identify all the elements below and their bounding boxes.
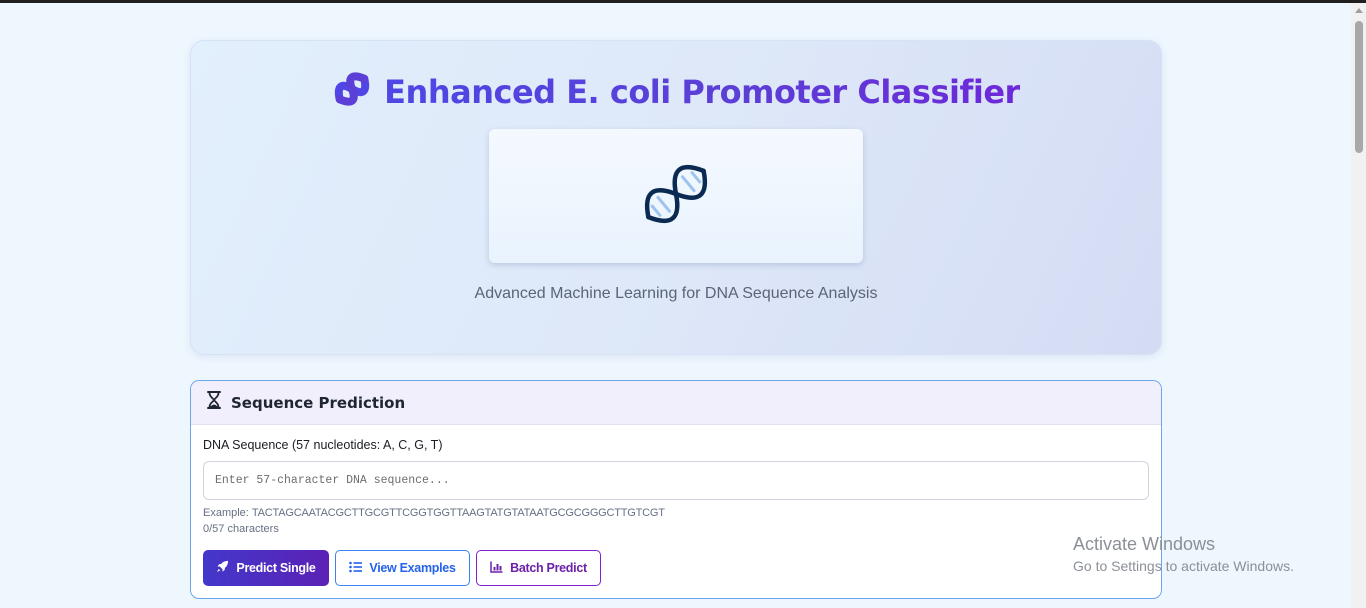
view-examples-button[interactable]: View Examples: [335, 550, 470, 586]
dna-icon: [332, 69, 372, 114]
page-title: Enhanced E. coli Promoter Classifier: [191, 69, 1161, 114]
watermark-line-1: Activate Windows: [1073, 534, 1216, 554]
batch-predict-label: Batch Predict: [510, 561, 587, 575]
scroll-up-arrow-icon[interactable]: [1355, 8, 1363, 13]
dna-sequence-input[interactable]: [203, 461, 1149, 500]
character-counter: 0/57 characters: [203, 523, 279, 535]
list-icon: [349, 561, 363, 576]
hero-banner: Enhanced E. coli Promoter Classifier Adv…: [190, 40, 1162, 355]
predict-single-label: Predict Single: [236, 561, 316, 575]
dna-sequence-label: DNA Sequence (57 nucleotides: A, C, G, T…: [203, 438, 443, 452]
hourglass-icon: [206, 391, 222, 414]
dna-double-helix-icon: [636, 154, 716, 239]
browser-top-edge: [0, 0, 1366, 3]
watermark-line-2: Go to Settings to activate Windows.: [1073, 558, 1294, 574]
hero-subtitle: Advanced Machine Learning for DNA Sequen…: [474, 285, 878, 302]
example-sequence: TACTAGCAATACGCTTGCGTTCGGTGGTTAAGTATGTATA…: [251, 507, 665, 519]
panel-title: Sequence Prediction: [231, 393, 406, 412]
predict-single-button[interactable]: Predict Single: [203, 550, 329, 586]
windows-activation-watermark: Activate Windows Go to Settings to activ…: [1073, 534, 1294, 574]
batch-predict-button[interactable]: Batch Predict: [476, 550, 601, 586]
sequence-prediction-panel: Sequence Prediction DNA Sequence (57 nuc…: [190, 380, 1162, 599]
view-examples-label: View Examples: [369, 561, 456, 575]
vertical-scrollbar[interactable]: [1351, 3, 1366, 608]
dna-illustration: [489, 129, 863, 263]
scrollbar-thumb[interactable]: [1355, 21, 1363, 153]
page-title-text: Enhanced E. coli Promoter Classifier: [384, 72, 1020, 111]
bar-chart-icon: [490, 561, 503, 576]
panel-header: Sequence Prediction: [191, 381, 1161, 425]
rocket-icon: [216, 560, 229, 576]
example-label: Example:: [203, 507, 249, 519]
example-hint: Example: TACTAGCAATACGCTTGCGTTCGGTGGTTAA…: [203, 507, 665, 519]
